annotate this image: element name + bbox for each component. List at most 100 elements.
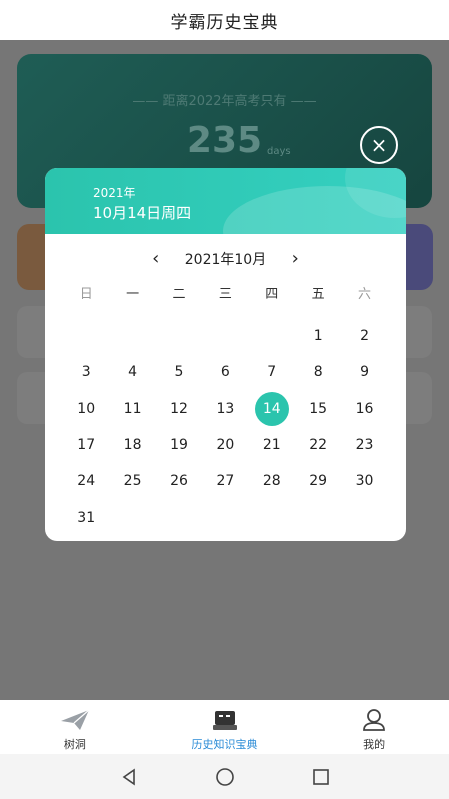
calendar-day[interactable]: 19 <box>156 427 202 463</box>
day-label[interactable]: 28 <box>263 473 281 489</box>
day-label[interactable]: 25 <box>124 473 142 489</box>
nav-label: 我的 <box>363 738 386 751</box>
calendar-day[interactable]: 22 <box>295 427 341 463</box>
calendar-empty-cell <box>202 499 248 535</box>
calendar-empty-cell <box>109 499 155 535</box>
calendar-day[interactable]: 21 <box>249 427 295 463</box>
calendar-day[interactable]: 18 <box>109 427 155 463</box>
day-label[interactable]: 31 <box>77 510 95 526</box>
system-nav-bar <box>0 754 449 799</box>
countdown-headline: —— 距离2022年高考只有 —— <box>132 94 317 109</box>
calendar-empty-cell <box>109 318 155 354</box>
day-label[interactable]: 1 <box>314 328 323 344</box>
day-label[interactable]: 12 <box>170 401 188 417</box>
home-icon[interactable] <box>177 767 273 787</box>
calendar-day[interactable]: 27 <box>202 463 248 499</box>
calendar-day[interactable]: 1 <box>295 318 341 354</box>
next-month-icon[interactable]: › <box>280 248 310 270</box>
calendar-day[interactable]: 6 <box>202 354 248 390</box>
day-label[interactable]: 6 <box>221 364 230 380</box>
day-label[interactable]: 19 <box>170 437 188 453</box>
calendar-day[interactable]: 4 <box>109 354 155 390</box>
calendar-day[interactable]: 5 <box>156 354 202 390</box>
weekday-label: 一 <box>126 287 140 302</box>
calendar-day[interactable]: 28 <box>249 463 295 499</box>
app-title: 学霸历史宝典 <box>170 12 279 33</box>
day-label[interactable]: 8 <box>314 364 323 380</box>
calendar-day[interactable]: 16 <box>341 391 387 427</box>
calendar-empty-cell <box>341 499 387 535</box>
prev-month-icon[interactable]: ‹ <box>141 248 171 270</box>
calendar-empty-cell <box>63 318 109 354</box>
day-label[interactable]: 4 <box>128 364 137 380</box>
calendar-day[interactable]: 12 <box>156 391 202 427</box>
day-label[interactable]: 27 <box>216 473 234 489</box>
calendar-empty-cell <box>202 318 248 354</box>
nav-item-tree-hole[interactable]: 树洞 <box>0 700 150 754</box>
day-label[interactable]: 22 <box>309 437 327 453</box>
calendar-week-row: 31 <box>63 499 388 535</box>
selected-day-label[interactable]: 14 <box>254 391 289 426</box>
weekday-label: 四 <box>265 287 279 302</box>
weekday-label: 五 <box>311 287 325 302</box>
calendar-empty-cell <box>156 499 202 535</box>
day-label[interactable]: 16 <box>356 401 374 417</box>
calendar-day[interactable]: 29 <box>295 463 341 499</box>
nav-label: 历史知识宝典 <box>191 738 258 751</box>
close-icon[interactable]: × <box>371 135 388 155</box>
day-label[interactable]: 2 <box>360 328 369 344</box>
calendar-day[interactable]: 3 <box>63 354 109 390</box>
calendar-day[interactable]: 11 <box>109 391 155 427</box>
book-icon <box>212 708 238 732</box>
calendar-day[interactable]: 9 <box>341 354 387 390</box>
calendar-week-row: 3 4 5 6 7 8 9 <box>63 354 388 390</box>
day-label[interactable]: 10 <box>77 401 95 417</box>
calendar-day[interactable]: 17 <box>63 427 109 463</box>
back-icon[interactable] <box>81 767 177 786</box>
day-label[interactable]: 7 <box>267 364 276 380</box>
calendar-day[interactable]: 2 <box>341 318 387 354</box>
calendar-day[interactable]: 25 <box>109 463 155 499</box>
day-label[interactable]: 17 <box>77 437 95 453</box>
calendar-day[interactable]: 30 <box>341 463 387 499</box>
day-label[interactable]: 23 <box>356 437 374 453</box>
day-label[interactable]: 15 <box>309 401 327 417</box>
calendar-day[interactable]: 10 <box>63 391 109 427</box>
calendar-week-row: 17 18 19 20 21 22 23 <box>63 427 388 463</box>
calendar-day[interactable]: 8 <box>295 354 341 390</box>
calendar-empty-cell <box>249 318 295 354</box>
selected-date: 10月14日周四 <box>93 204 192 222</box>
calendar-day[interactable]: 26 <box>156 463 202 499</box>
calendar-day-selected[interactable]: 14 <box>249 391 295 427</box>
day-label[interactable]: 20 <box>216 437 234 453</box>
date-picker-header: 2021年 10月14日周四 <box>45 168 406 234</box>
recents-icon[interactable] <box>273 768 369 786</box>
day-label[interactable]: 13 <box>216 401 234 417</box>
day-label[interactable]: 9 <box>360 364 369 380</box>
weekday-label: 二 <box>172 287 186 302</box>
month-label: 2021年10月 <box>184 252 267 268</box>
calendar-day[interactable]: 23 <box>341 427 387 463</box>
calendar-day[interactable]: 15 <box>295 391 341 427</box>
calendar-day[interactable]: 31 <box>63 499 109 535</box>
calendar-day[interactable]: 20 <box>202 427 248 463</box>
selected-year[interactable]: 2021年 <box>93 184 136 201</box>
day-label[interactable]: 11 <box>124 401 142 417</box>
nav-label: 树洞 <box>63 738 86 751</box>
user-icon <box>361 708 387 732</box>
day-label[interactable]: 3 <box>82 364 91 380</box>
nav-item-history-book[interactable]: 历史知识宝典 <box>150 700 300 754</box>
calendar-day[interactable]: 7 <box>249 354 295 390</box>
close-button[interactable]: × <box>360 126 398 164</box>
calendar-day[interactable]: 13 <box>202 391 248 427</box>
month-navigator: ‹ 2021年10月 › <box>45 248 406 270</box>
calendar-day[interactable]: 24 <box>63 463 109 499</box>
nav-item-profile[interactable]: 我的 <box>299 700 449 754</box>
day-label[interactable]: 30 <box>356 473 374 489</box>
day-label[interactable]: 26 <box>170 473 188 489</box>
day-label[interactable]: 24 <box>77 473 95 489</box>
day-label[interactable]: 18 <box>124 437 142 453</box>
day-label[interactable]: 29 <box>309 473 327 489</box>
day-label[interactable]: 5 <box>175 364 184 380</box>
day-label[interactable]: 21 <box>263 437 281 453</box>
